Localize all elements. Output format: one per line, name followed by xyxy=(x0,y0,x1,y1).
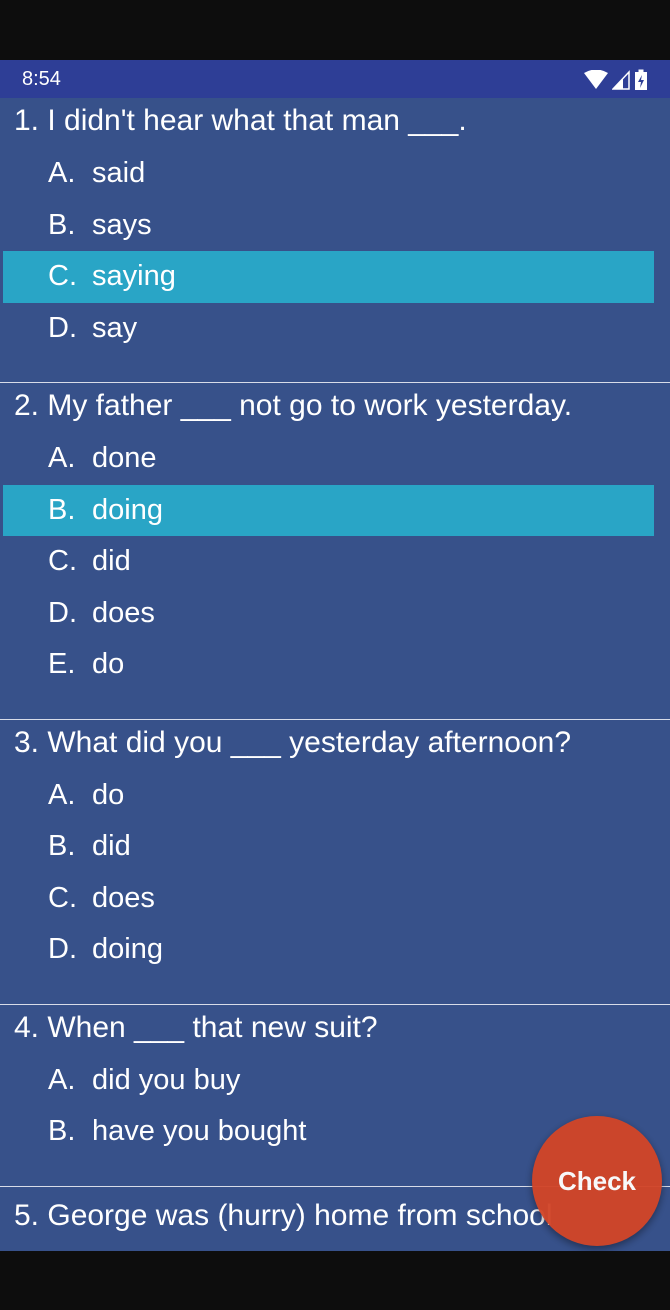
option-c[interactable]: C. did xyxy=(3,536,654,588)
option-b-selected[interactable]: B. doing xyxy=(3,484,654,536)
option-letter: B. xyxy=(48,208,76,241)
quiz-list[interactable]: 1. I didn't hear what that man ___. A. sa… xyxy=(0,98,670,1251)
option-letter: B. xyxy=(48,1115,76,1148)
check-button[interactable]: Check xyxy=(532,1116,662,1246)
option-letter: A. xyxy=(48,157,76,190)
option-letter: B. xyxy=(48,830,76,863)
option-letter: D. xyxy=(48,311,77,344)
option-letter: D. xyxy=(48,933,77,966)
option-text: do xyxy=(92,648,125,681)
option-letter: C. xyxy=(48,545,77,578)
option-letter: E. xyxy=(48,648,76,681)
question-text: 2. My father ___ not go to work yesterda… xyxy=(14,389,573,422)
question-spacer xyxy=(0,691,670,719)
battery-charging-icon xyxy=(635,69,647,90)
question-1: 1. I didn't hear what that man ___. A. sa… xyxy=(0,98,670,383)
option-text: does xyxy=(92,881,155,914)
option-text: say xyxy=(92,311,138,344)
question-text: 1. I didn't hear what that man ___. xyxy=(14,104,467,137)
question-3: 3. What did you ___ yesterday afternoon?… xyxy=(0,720,670,1005)
option-a[interactable]: A. said xyxy=(3,148,654,200)
option-text: says xyxy=(92,208,152,241)
wifi-icon xyxy=(584,70,608,89)
option-a[interactable]: A. did you buy xyxy=(3,1055,654,1107)
question-2: 2. My father ___ not go to work yesterda… xyxy=(0,383,670,720)
option-text: said xyxy=(92,157,146,190)
option-letter: C. xyxy=(48,881,77,914)
option-text: did xyxy=(92,830,131,863)
option-c[interactable]: C. does xyxy=(3,873,654,925)
option-e[interactable]: E. do xyxy=(3,639,654,691)
option-text: done xyxy=(92,442,157,475)
option-d[interactable]: D. does xyxy=(3,588,654,640)
option-a[interactable]: A. do xyxy=(3,770,654,822)
question-text: 4. When ___ that new suit? xyxy=(14,1010,378,1044)
option-letter: B. xyxy=(48,493,76,526)
option-c-selected[interactable]: C. saying xyxy=(3,251,654,303)
navigation-bar xyxy=(0,1251,670,1310)
option-text: doing xyxy=(92,493,163,526)
option-text: saying xyxy=(92,260,176,293)
option-b[interactable]: B. says xyxy=(3,200,654,252)
option-d[interactable]: D. say xyxy=(3,303,654,355)
option-text: do xyxy=(92,778,125,811)
question-spacer xyxy=(0,354,670,382)
option-text: doing xyxy=(92,933,163,966)
option-letter: A. xyxy=(48,778,76,811)
cell-signal-icon xyxy=(612,70,630,90)
question-spacer xyxy=(0,976,670,1004)
option-letter: D. xyxy=(48,596,77,629)
status-icons xyxy=(584,69,648,91)
top-system-bar xyxy=(0,0,670,60)
option-text: does xyxy=(92,596,155,629)
option-b[interactable]: B. did xyxy=(3,821,654,873)
option-text: did you buy xyxy=(92,1063,241,1096)
option-letter: C. xyxy=(48,260,77,293)
option-text: did xyxy=(92,545,131,578)
status-time: 8:54 xyxy=(22,68,61,90)
option-text: have you bought xyxy=(92,1115,307,1148)
option-letter: A. xyxy=(48,1063,76,1096)
option-a[interactable]: A. done xyxy=(3,433,654,485)
option-letter: A. xyxy=(48,442,76,475)
question-text: 3. What did you ___ yesterday afternoon? xyxy=(14,725,572,759)
option-d[interactable]: D. doing xyxy=(3,924,654,976)
status-bar: 8:54 xyxy=(0,60,670,98)
